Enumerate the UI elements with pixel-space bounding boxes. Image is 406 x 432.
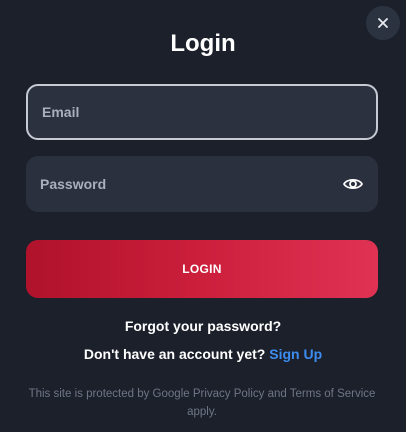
password-field[interactable]: [26, 156, 378, 212]
email-field[interactable]: [28, 86, 376, 138]
forgot-password-link[interactable]: Forgot your password?: [0, 318, 406, 334]
close-icon: [378, 18, 388, 28]
login-modal: Login LOGIN Forgot your password? Don't …: [0, 0, 406, 432]
signup-prompt: Don't have an account yet? Sign Up: [0, 346, 406, 362]
password-field-wrapper: [26, 156, 378, 212]
sign-up-link[interactable]: Sign Up: [269, 346, 322, 362]
no-account-text: Don't have an account yet?: [83, 346, 266, 362]
show-password-toggle[interactable]: [342, 174, 364, 194]
login-button[interactable]: LOGIN: [26, 240, 378, 298]
legal-notice: This site is protected by Google Privacy…: [28, 388, 376, 418]
modal-title: Login: [170, 30, 236, 57]
eye-icon: [343, 178, 363, 190]
email-field-wrapper: [26, 84, 378, 140]
